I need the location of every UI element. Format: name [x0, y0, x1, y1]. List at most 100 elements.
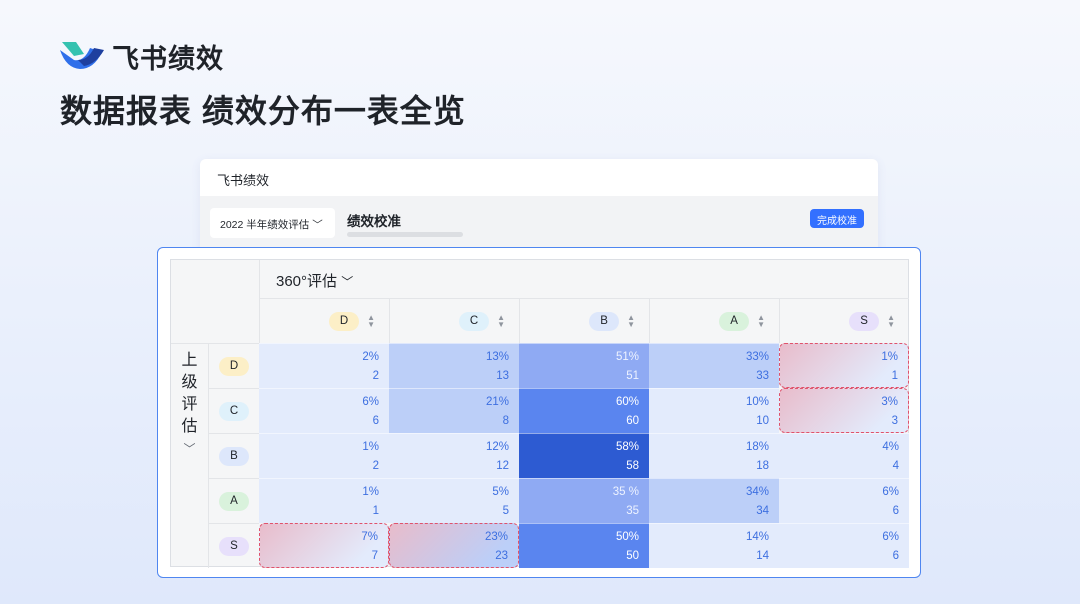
distribution-grid: 360°评估 ﹀ 上级评估 ﹀ D ▲ ▼ C ▲ ▼ B ▲ ▼ A ▲ ▼ S ▲ ▼ D 2% 2 13% 13…	[170, 259, 909, 568]
column-header-d[interactable]: D ▲ ▼	[259, 299, 389, 343]
sort-icon[interactable]: ▲ ▼	[627, 314, 635, 329]
grade-badge: C	[459, 311, 490, 331]
column-group-label: 360°评估	[276, 273, 338, 290]
cell-percent: 14%	[745, 531, 769, 543]
cell-percent: 10%	[745, 396, 769, 408]
cell-percent: 21%	[485, 396, 509, 408]
cell-percent: 1%	[362, 441, 379, 453]
row-header-a: A	[208, 478, 259, 523]
cell-count: 5	[502, 505, 509, 517]
grade-badge: D	[219, 356, 249, 376]
app-window: 飞书绩效 2022 半年绩效评估 ﹀ 绩效校准 完成校准	[200, 159, 878, 259]
row-header-c: C	[208, 388, 259, 433]
cell-count: 6	[372, 415, 379, 427]
cycle-select-value: 2022 半年绩效评估	[220, 219, 310, 231]
table-cell[interactable]: 33% 33	[649, 343, 779, 388]
table-cell[interactable]: 1% 2	[259, 433, 389, 478]
sort-icon[interactable]: ▲ ▼	[887, 314, 895, 329]
headline: 数据报表 绩效分布一表全览	[60, 93, 466, 129]
cell-percent: 23%	[484, 531, 508, 543]
cell-count: 14	[756, 550, 769, 562]
table-cell[interactable]: 50% 50	[519, 523, 649, 568]
table-cell[interactable]: 6% 6	[779, 523, 909, 568]
column-group-dropdown[interactable]: 360°评估 ﹀	[259, 260, 909, 299]
app-title: 飞书绩效	[200, 159, 878, 196]
cell-count: 10	[756, 415, 769, 427]
column-header-c[interactable]: C ▲ ▼	[389, 299, 519, 343]
table-cell[interactable]: 1% 1	[779, 343, 909, 388]
table-cell[interactable]: 21% 8	[389, 388, 519, 433]
cell-count: 1	[891, 370, 898, 382]
sort-icon[interactable]: ▲ ▼	[367, 314, 375, 329]
column-header-b[interactable]: B ▲ ▼	[519, 299, 649, 343]
section-title: 绩效校准	[347, 214, 401, 229]
cell-count: 3	[891, 415, 898, 427]
grade-badge: A	[719, 311, 750, 331]
table-cell[interactable]: 18% 18	[649, 433, 779, 478]
cell-count: 13	[496, 370, 509, 382]
cell-count: 4	[892, 460, 899, 472]
table-cell[interactable]: 34% 34	[649, 478, 779, 523]
cell-percent: 2%	[362, 351, 379, 363]
chevron-down-icon: ﹀	[341, 275, 354, 289]
feishu-logo-icon	[60, 42, 104, 69]
cell-count: 2	[372, 460, 379, 472]
column-header-a[interactable]: A ▲ ▼	[649, 299, 779, 343]
cell-percent: 7%	[361, 531, 378, 543]
cell-percent: 5%	[492, 486, 509, 498]
table-cell[interactable]: 2% 2	[259, 343, 389, 388]
table-cell[interactable]: 12% 12	[389, 433, 519, 478]
progress-bar	[347, 232, 463, 237]
row-group-label: 上级评估	[181, 352, 198, 435]
table-cell[interactable]: 35 % 35	[519, 478, 649, 523]
table-cell[interactable]: 58% 58	[519, 433, 649, 478]
cell-percent: 3%	[881, 396, 898, 408]
cell-percent: 50%	[615, 531, 639, 543]
cell-percent: 6%	[882, 531, 899, 543]
column-header-s[interactable]: S ▲ ▼	[779, 299, 909, 343]
row-header-b: B	[208, 433, 259, 478]
cell-count: 50	[626, 550, 639, 562]
cell-count: 8	[502, 415, 509, 427]
table-cell[interactable]: 6% 6	[779, 478, 909, 523]
table-cell[interactable]: 10% 10	[649, 388, 779, 433]
table-cell[interactable]: 13% 13	[389, 343, 519, 388]
grade-badge: A	[219, 491, 249, 511]
cycle-select[interactable]: 2022 半年绩效评估 ﹀	[210, 208, 335, 238]
cell-percent: 60%	[615, 396, 639, 408]
sort-icon[interactable]: ▲ ▼	[757, 314, 765, 329]
table-cell[interactable]: 6% 6	[259, 388, 389, 433]
cell-percent: 6%	[882, 486, 899, 498]
table-cell[interactable]: 60% 60	[519, 388, 649, 433]
cell-count: 12	[496, 460, 509, 472]
complete-calibration-button[interactable]: 完成校准	[810, 209, 864, 228]
table-cell[interactable]: 7% 7	[259, 523, 389, 568]
row-header-d: D	[208, 343, 259, 388]
cell-count: 33	[756, 370, 769, 382]
cell-count: 18	[756, 460, 769, 472]
table-cell[interactable]: 3% 3	[779, 388, 909, 433]
row-header-s: S	[208, 523, 259, 568]
grade-badge: B	[589, 311, 620, 331]
row-group-dropdown[interactable]: 上级评估 ﹀	[171, 343, 208, 567]
table-cell[interactable]: 23% 23	[389, 523, 519, 568]
grade-badge: B	[219, 446, 249, 466]
cell-percent: 51%	[615, 351, 639, 363]
cell-count: 34	[756, 505, 769, 517]
sort-icon[interactable]: ▲ ▼	[497, 314, 505, 329]
brand-name: 飞书绩效	[112, 44, 224, 74]
chevron-down-icon: ﹀	[312, 219, 323, 231]
cell-percent: 33%	[745, 351, 769, 363]
table-cell[interactable]: 5% 5	[389, 478, 519, 523]
cell-count: 6	[892, 505, 899, 517]
chevron-down-icon: ﹀	[183, 442, 196, 456]
table-cell[interactable]: 51% 51	[519, 343, 649, 388]
table-cell[interactable]: 14% 14	[649, 523, 779, 568]
table-cell[interactable]: 1% 1	[259, 478, 389, 523]
grade-badge: S	[219, 536, 249, 556]
cell-percent: 4%	[882, 441, 899, 453]
distribution-table-panel: 360°评估 ﹀ 上级评估 ﹀ D ▲ ▼ C ▲ ▼ B ▲ ▼ A ▲ ▼ S ▲ ▼ D 2% 2 13% 13…	[157, 247, 921, 578]
table-cell[interactable]: 4% 4	[779, 433, 909, 478]
cell-count: 51	[626, 370, 639, 382]
cell-count: 1	[372, 505, 379, 517]
